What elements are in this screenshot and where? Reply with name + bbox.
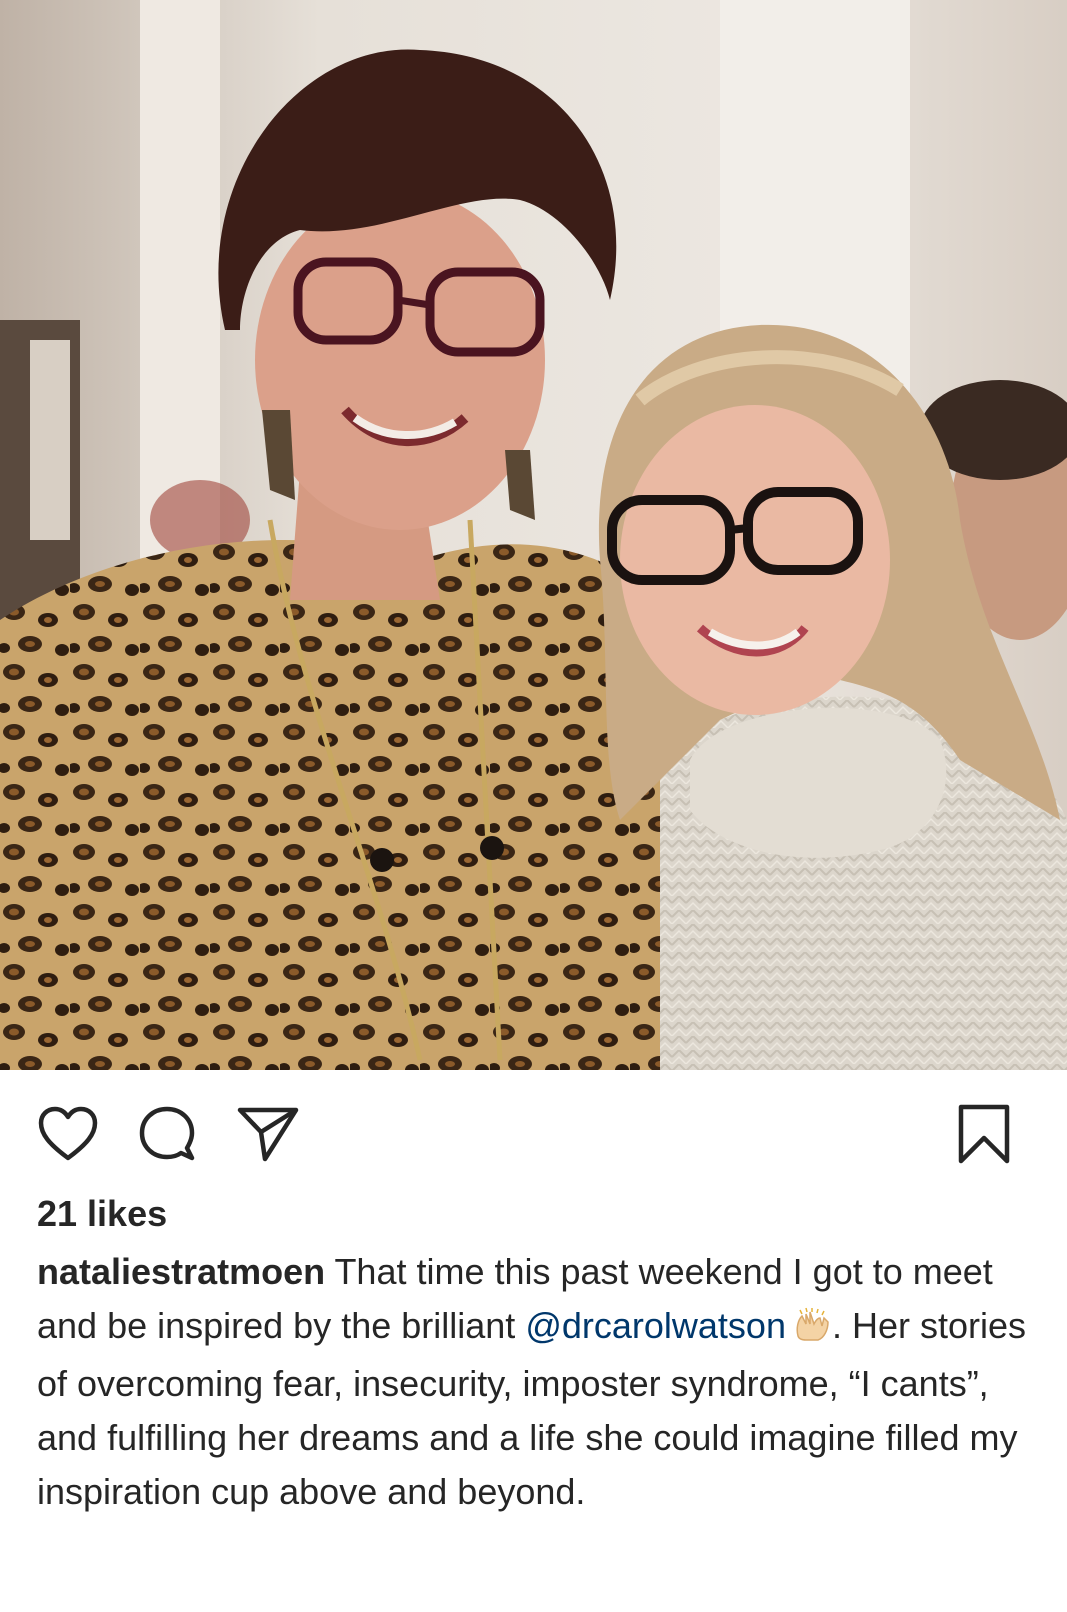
- post-photo[interactable]: [0, 0, 1067, 1070]
- post-caption: nataliestratmoen That time this past wee…: [37, 1245, 1037, 1519]
- raising-hands-emoji-icon: [792, 1303, 832, 1357]
- comment-icon: [139, 1106, 195, 1161]
- comment-button[interactable]: [135, 1102, 199, 1166]
- photo-illustration: [0, 0, 1067, 1070]
- caption-mention[interactable]: @drcarolwatson: [525, 1305, 786, 1346]
- share-button[interactable]: [236, 1102, 300, 1166]
- likes-count[interactable]: 21 likes: [37, 1192, 167, 1236]
- caption-username[interactable]: nataliestratmoen: [37, 1251, 325, 1292]
- bookmark-icon: [958, 1104, 1010, 1164]
- post-action-bar: [0, 1070, 1067, 1188]
- like-button[interactable]: [36, 1102, 100, 1166]
- heart-icon: [38, 1106, 98, 1161]
- save-button[interactable]: [952, 1102, 1016, 1166]
- paper-plane-icon: [237, 1107, 299, 1162]
